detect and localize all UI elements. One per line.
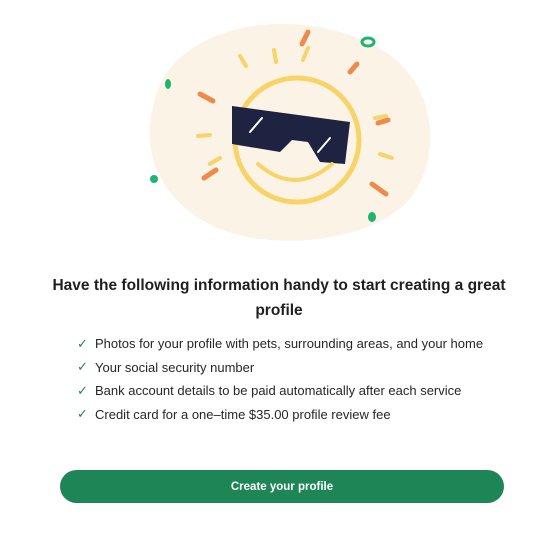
checkmark-icon: ✓ (77, 406, 88, 422)
list-item-label: Bank account details to be paid automati… (95, 383, 462, 399)
page-heading: Have the following information handy to … (52, 277, 506, 319)
sun-sunglasses-illustration (140, 14, 440, 249)
checkmark-icon: ✓ (77, 359, 88, 375)
sun-with-sunglasses-icon (149, 23, 431, 241)
list-item-label: Credit card for a one–time $35.00 profil… (95, 406, 391, 422)
list-item: ✓ Your social security number (77, 356, 483, 380)
list-item: ✓ Bank account details to be paid automa… (77, 379, 483, 403)
list-item-label: Photos for your profile with pets, surro… (95, 336, 484, 352)
list-item-label: Your social security number (95, 359, 255, 375)
list-item: ✓ Credit card for a one–time $35.00 prof… (77, 403, 483, 427)
list-item: ✓ Photos for your profile with pets, sur… (77, 332, 483, 356)
checkmark-icon: ✓ (77, 382, 88, 398)
create-profile-button[interactable]: Create your profile (60, 470, 504, 503)
checkmark-icon: ✓ (77, 335, 88, 351)
requirements-checklist: ✓ Photos for your profile with pets, sur… (77, 332, 483, 426)
